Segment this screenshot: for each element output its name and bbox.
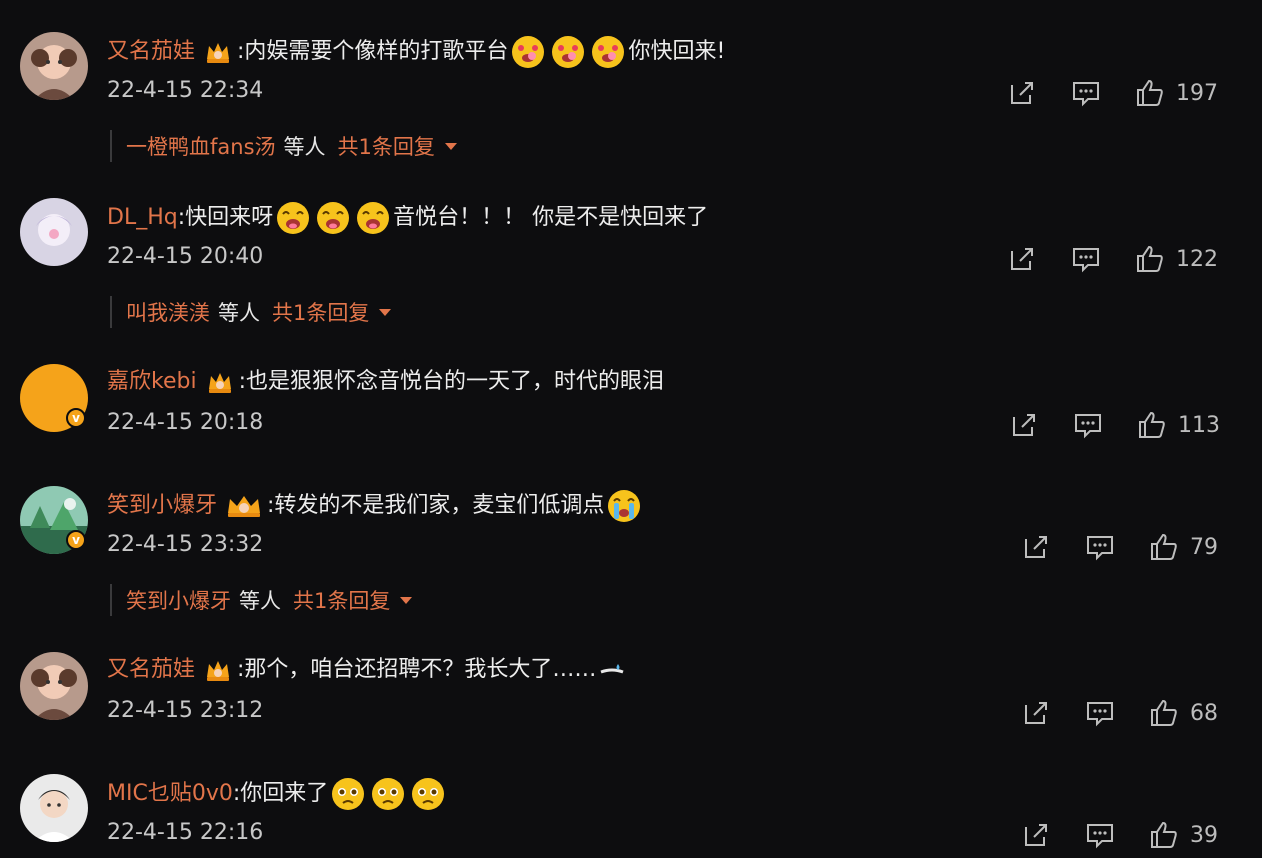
like-icon[interactable] (1136, 409, 1168, 441)
comment-text: :你回来了 (232, 781, 329, 806)
timestamp: 22-4-15 20:18 (107, 410, 264, 435)
crying-face-icon (606, 488, 642, 524)
chevron-down-icon[interactable] (400, 596, 413, 604)
pleading-face-icon (370, 776, 406, 812)
verified-badge-icon: v (66, 408, 86, 428)
reply-username[interactable]: 一橙鸭血fans汤 (126, 131, 276, 161)
comment-text: 你快回来! (628, 39, 726, 64)
comment-text: 音悦台！！！ 你是不是快回来了 (393, 205, 709, 230)
reply-summary[interactable]: 叫我渼渼 等人 共1条回复 (110, 296, 392, 328)
avatar[interactable] (20, 32, 88, 100)
avatar[interactable] (20, 198, 88, 266)
action-bar: 68 (1020, 696, 1218, 730)
reply-count-link[interactable]: 共1条回复 (293, 585, 390, 615)
action-bar: 39 (1020, 818, 1218, 852)
share-icon[interactable] (1006, 243, 1038, 275)
action-bar: 122 (1006, 242, 1218, 276)
like-icon[interactable] (1148, 531, 1180, 563)
share-icon[interactable] (1020, 697, 1052, 729)
comment-icon[interactable] (1084, 697, 1116, 729)
comment-icon[interactable] (1084, 819, 1116, 851)
comment-text: :快回来呀 (177, 205, 274, 230)
reply-summary[interactable]: 笑到小爆牙 等人 共1条回复 (110, 584, 413, 616)
comment-icon[interactable] (1084, 531, 1116, 563)
timestamp: 22-4-15 22:16 (107, 820, 264, 845)
comment-text: :那个，咱台还招聘不？我长大了…… (237, 657, 597, 682)
reply-others-label: 等人 (239, 589, 281, 613)
username-link[interactable]: 笑到小爆牙 (107, 490, 217, 522)
comment-icon[interactable] (1070, 77, 1102, 109)
comment-icon[interactable] (1070, 243, 1102, 275)
crown-icon (203, 655, 233, 685)
comment-text: :内娱需要个像样的打歌平台 (237, 39, 509, 64)
avatar[interactable] (20, 652, 88, 720)
username-link[interactable]: 又名茄娃 (107, 36, 195, 68)
timestamp: 22-4-15 23:32 (107, 532, 264, 557)
like-icon[interactable] (1134, 77, 1166, 109)
verified-badge-icon: v (66, 530, 86, 550)
action-bar: 113 (1008, 408, 1220, 442)
crown-icon (225, 491, 263, 521)
like-count: 68 (1190, 700, 1218, 726)
reply-others-label: 等人 (283, 135, 326, 159)
comment-line: 嘉欣kebi :也是狠狠怀念音悦台的一天了，时代的眼泪 (107, 366, 664, 398)
lovestruck-face-icon (510, 34, 546, 70)
reply-username[interactable]: 叫我渼渼 (126, 297, 210, 327)
pleading-face-icon (410, 776, 446, 812)
username-link[interactable]: DL_Hq (107, 202, 178, 234)
like-count: 197 (1176, 80, 1218, 106)
like-count: 113 (1178, 412, 1220, 438)
reply-summary[interactable]: 一橙鸭血fans汤 等人 共1条回复 (110, 130, 457, 162)
drooling-face-icon (275, 200, 311, 236)
like-icon[interactable] (1148, 697, 1180, 729)
comment-line: 笑到小爆牙 :转发的不是我们家，麦宝们低调点 (107, 488, 644, 524)
like-count: 39 (1190, 822, 1218, 848)
sweat-icon (598, 656, 626, 684)
chevron-down-icon[interactable] (379, 308, 392, 316)
timestamp: 22-4-15 22:34 (107, 78, 264, 103)
comment-icon[interactable] (1072, 409, 1104, 441)
share-icon[interactable] (1008, 409, 1040, 441)
drooling-face-icon (315, 200, 351, 236)
like-count: 122 (1176, 246, 1218, 272)
lovestruck-face-icon (590, 34, 626, 70)
avatar[interactable] (20, 774, 88, 842)
timestamp: 22-4-15 20:40 (107, 244, 264, 269)
username-link[interactable]: 嘉欣kebi (107, 366, 197, 398)
comment-line: DL_Hq :快回来呀 音悦台！！！ 你是不是快回来了 (107, 200, 708, 236)
timestamp: 22-4-15 23:12 (107, 698, 264, 723)
comment-line: 又名茄娃 :内娱需要个像样的打歌平台 你快回来! (107, 34, 725, 70)
username-link[interactable]: 又名茄娃 (107, 654, 195, 686)
pleading-face-icon (330, 776, 366, 812)
comment-text: :转发的不是我们家，麦宝们低调点 (267, 493, 605, 518)
like-icon[interactable] (1148, 819, 1180, 851)
action-bar: 197 (1006, 76, 1218, 110)
chevron-down-icon[interactable] (444, 142, 457, 150)
action-bar: 79 (1020, 530, 1218, 564)
like-icon[interactable] (1134, 243, 1166, 275)
reply-count-link[interactable]: 共1条回复 (338, 131, 435, 161)
crown-icon (203, 37, 233, 67)
crown-icon (205, 367, 235, 397)
reply-count-link[interactable]: 共1条回复 (272, 297, 369, 327)
comment-line: MIC乜贴0v0 :你回来了 (107, 776, 448, 812)
username-link[interactable]: MIC乜贴0v0 (107, 778, 233, 810)
share-icon[interactable] (1006, 77, 1038, 109)
comment-text: :也是狠狠怀念音悦台的一天了，时代的眼泪 (238, 369, 664, 394)
reply-others-label: 等人 (218, 301, 260, 325)
lovestruck-face-icon (550, 34, 586, 70)
share-icon[interactable] (1020, 819, 1052, 851)
like-count: 79 (1190, 534, 1218, 560)
drooling-face-icon (355, 200, 391, 236)
reply-username[interactable]: 笑到小爆牙 (126, 585, 231, 615)
share-icon[interactable] (1020, 531, 1052, 563)
comment-line: 又名茄娃 :那个，咱台还招聘不？我长大了…… (107, 654, 628, 686)
